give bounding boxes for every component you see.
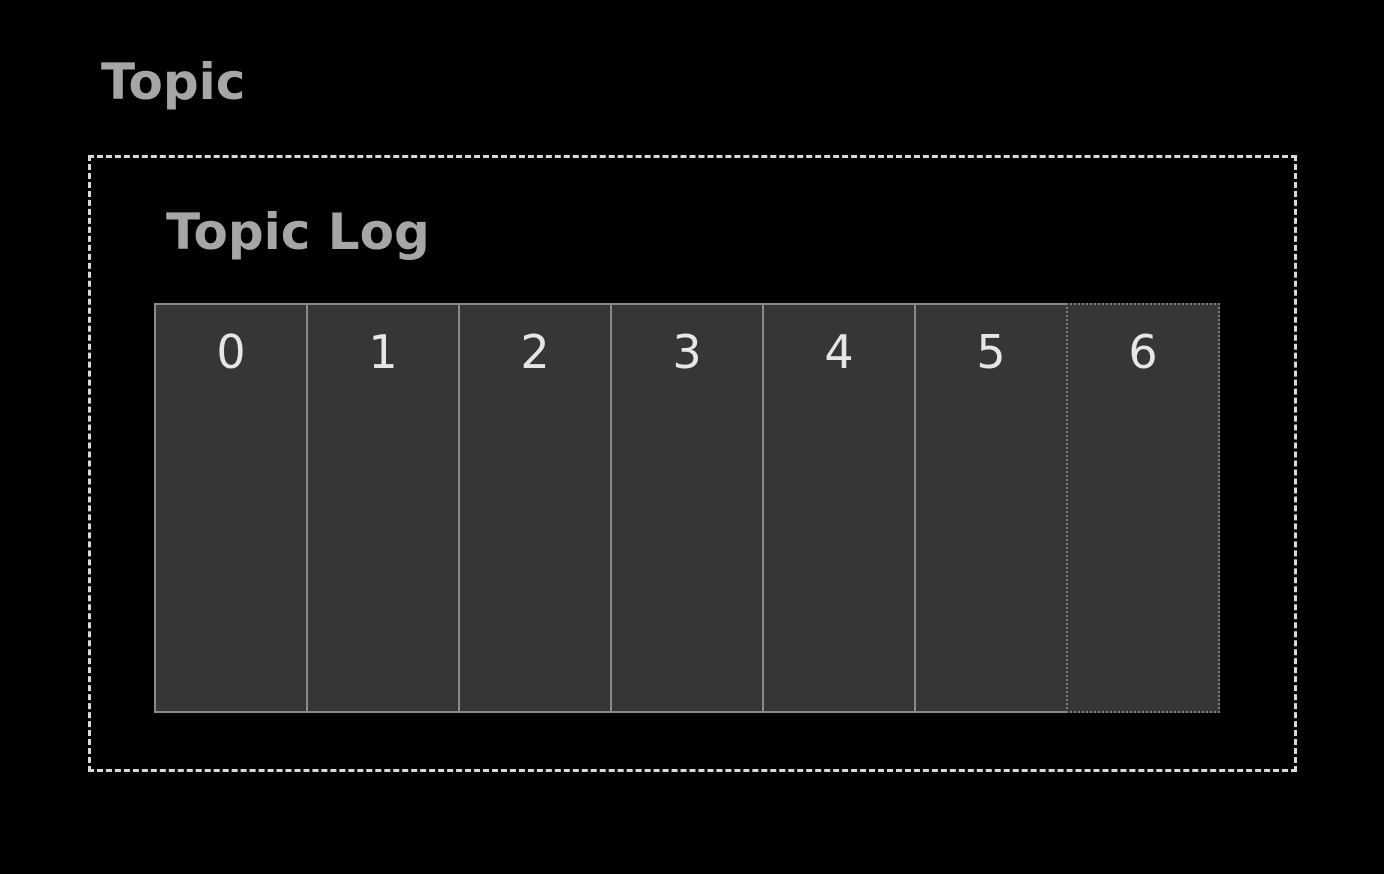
log-segment-4: 4	[762, 303, 916, 713]
log-segment-offset: 1	[368, 325, 398, 379]
log-segment-3: 3	[610, 303, 764, 713]
topic-log-title: Topic Log	[166, 203, 430, 261]
log-segment-1: 1	[306, 303, 460, 713]
log-segment-offset: 2	[520, 325, 550, 379]
log-segment-offset: 0	[216, 325, 246, 379]
log-segment-0: 0	[154, 303, 308, 713]
topic-log: 0 1 2 3 4 5 6	[154, 303, 1220, 713]
log-segment-offset: 6	[1128, 325, 1158, 379]
log-segment-2: 2	[458, 303, 612, 713]
log-segment-6-pending: 6	[1066, 303, 1220, 713]
topic-title: Topic	[101, 53, 246, 111]
log-segment-5: 5	[914, 303, 1068, 713]
log-segment-offset: 3	[672, 325, 702, 379]
log-segment-offset: 4	[824, 325, 854, 379]
log-segment-offset: 5	[976, 325, 1006, 379]
